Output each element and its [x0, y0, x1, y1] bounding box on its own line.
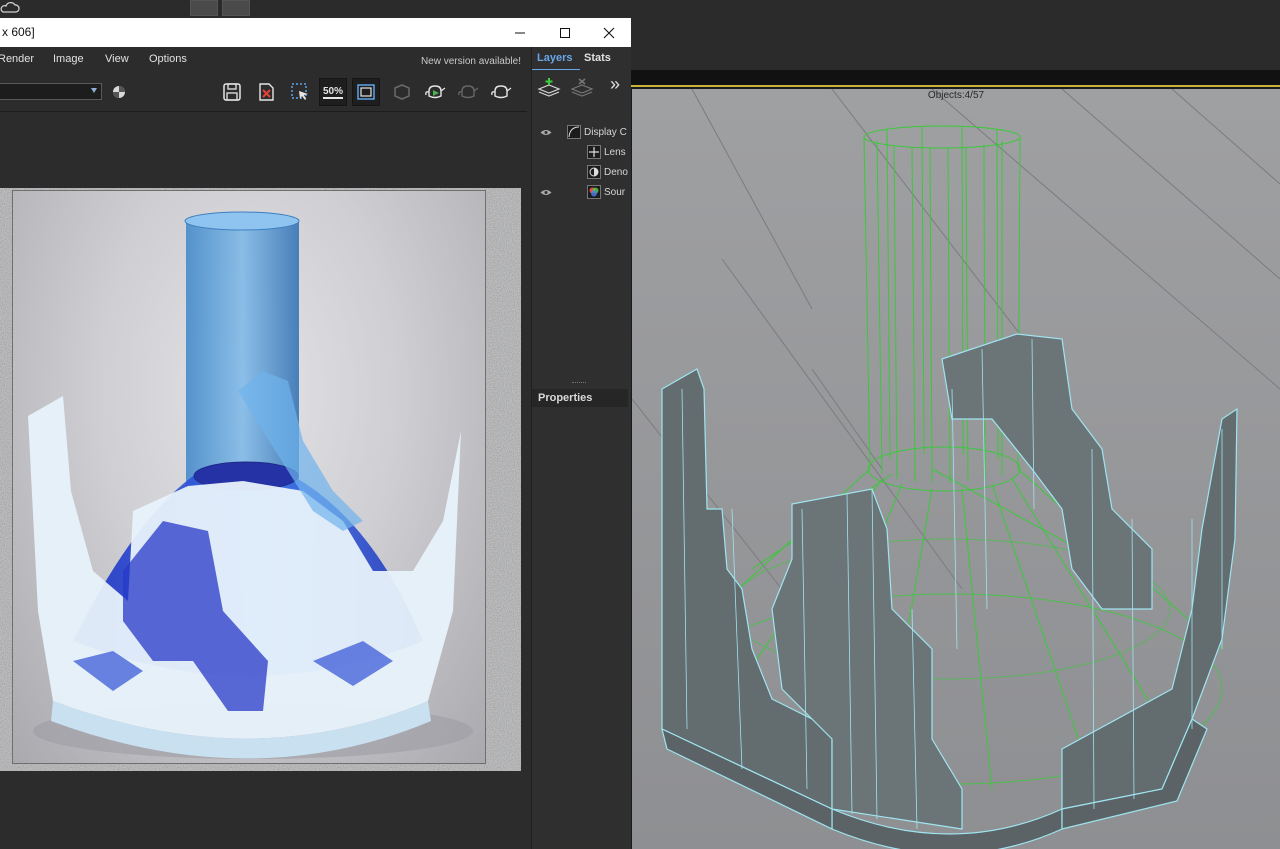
stop-teapot-icon [491, 85, 512, 99]
window-title: x 606] [2, 25, 35, 39]
render-canvas-area[interactable] [0, 112, 527, 849]
source-icon [587, 185, 601, 199]
close-button[interactable] [587, 18, 631, 47]
properties-header: Properties [532, 389, 628, 407]
clear-icon [259, 83, 274, 101]
render-button[interactable] [421, 78, 449, 106]
layer-label: Sour [604, 187, 626, 198]
denoiser-icon [587, 165, 601, 179]
track-mouse-button[interactable] [388, 78, 416, 106]
channel-select[interactable] [0, 83, 102, 100]
rendered-vase [28, 211, 473, 759]
layer-row-display-correction[interactable]: Display C [532, 123, 628, 143]
menu-image[interactable]: Image [53, 53, 84, 65]
main-toolbar-button[interactable] [222, 0, 250, 16]
region-select-icon [291, 83, 308, 100]
main-toolbar-button[interactable] [190, 0, 218, 16]
render-noise-border [0, 188, 521, 771]
render-teapot-disabled-icon [458, 85, 479, 99]
chevron-down-icon [91, 88, 97, 93]
render-teapot-icon [425, 85, 446, 99]
zoom-label: 50% [322, 85, 343, 99]
layer-label: Display C [584, 127, 627, 138]
render-interactive-button[interactable] [454, 78, 482, 106]
menu-render[interactable]: Render [0, 53, 34, 65]
menu-view[interactable]: View [105, 53, 129, 65]
rendered-image [12, 190, 486, 764]
cloud-icon[interactable] [0, 0, 20, 14]
add-layer-icon[interactable] [537, 77, 561, 97]
layer-row-denoiser[interactable]: Deno [532, 163, 628, 183]
layer-row-source[interactable]: Sour [532, 183, 628, 203]
tab-layers[interactable]: Layers [537, 52, 572, 64]
frame-toggle-button[interactable] [352, 78, 380, 106]
color-picker-icon[interactable] [112, 85, 126, 99]
layer-label: Deno [604, 167, 628, 178]
stop-render-button[interactable] [487, 78, 515, 106]
app-screen: Objects:4/57 x 606] Render Image View Op… [0, 0, 1280, 849]
minimize-button[interactable] [498, 18, 542, 47]
active-tab-indicator [532, 69, 580, 70]
eye-icon[interactable] [540, 129, 552, 136]
layer-label: Lens [604, 147, 626, 158]
objects-count-label: Objects:4/57 [927, 90, 985, 101]
region-render-button[interactable] [286, 78, 314, 106]
display-correction-icon [567, 125, 581, 139]
tab-stats[interactable]: Stats [584, 52, 611, 64]
lens-effects-icon [587, 145, 601, 159]
more-tools-button[interactable]: » [610, 74, 620, 95]
active-viewport-border [630, 70, 1280, 87]
window-title-bar[interactable]: x 606] [0, 18, 631, 47]
layer-row-lens[interactable]: Lens [532, 143, 628, 163]
save-icon [223, 83, 241, 101]
menu-options[interactable]: Options [149, 53, 187, 65]
eye-icon[interactable] [540, 189, 552, 196]
menu-bar: Render Image View Options New version av… [0, 47, 527, 72]
minimize-icon [515, 32, 525, 33]
track-mouse-icon [394, 84, 410, 100]
panel-splitter-handle[interactable] [572, 382, 586, 384]
layers-panel: Layers Stats » Display C Lens Deno Sour … [531, 47, 631, 849]
close-icon [603, 27, 615, 38]
wireframe-scene [632, 89, 1280, 849]
frame-icon [357, 84, 375, 100]
frame-buffer-toolbar: 50% [0, 72, 527, 112]
new-version-notice[interactable]: New version available! [421, 56, 521, 67]
zoom-50-button[interactable]: 50% [319, 78, 347, 106]
frame-buffer-window: x 606] Render Image View Options New ver… [0, 18, 631, 849]
clear-image-button[interactable] [252, 78, 280, 106]
delete-layer-icon[interactable] [570, 77, 594, 97]
maximize-button[interactable] [543, 18, 587, 47]
save-image-button[interactable] [218, 78, 246, 106]
maximize-icon [560, 27, 570, 38]
perspective-viewport[interactable]: Objects:4/57 [632, 89, 1280, 849]
